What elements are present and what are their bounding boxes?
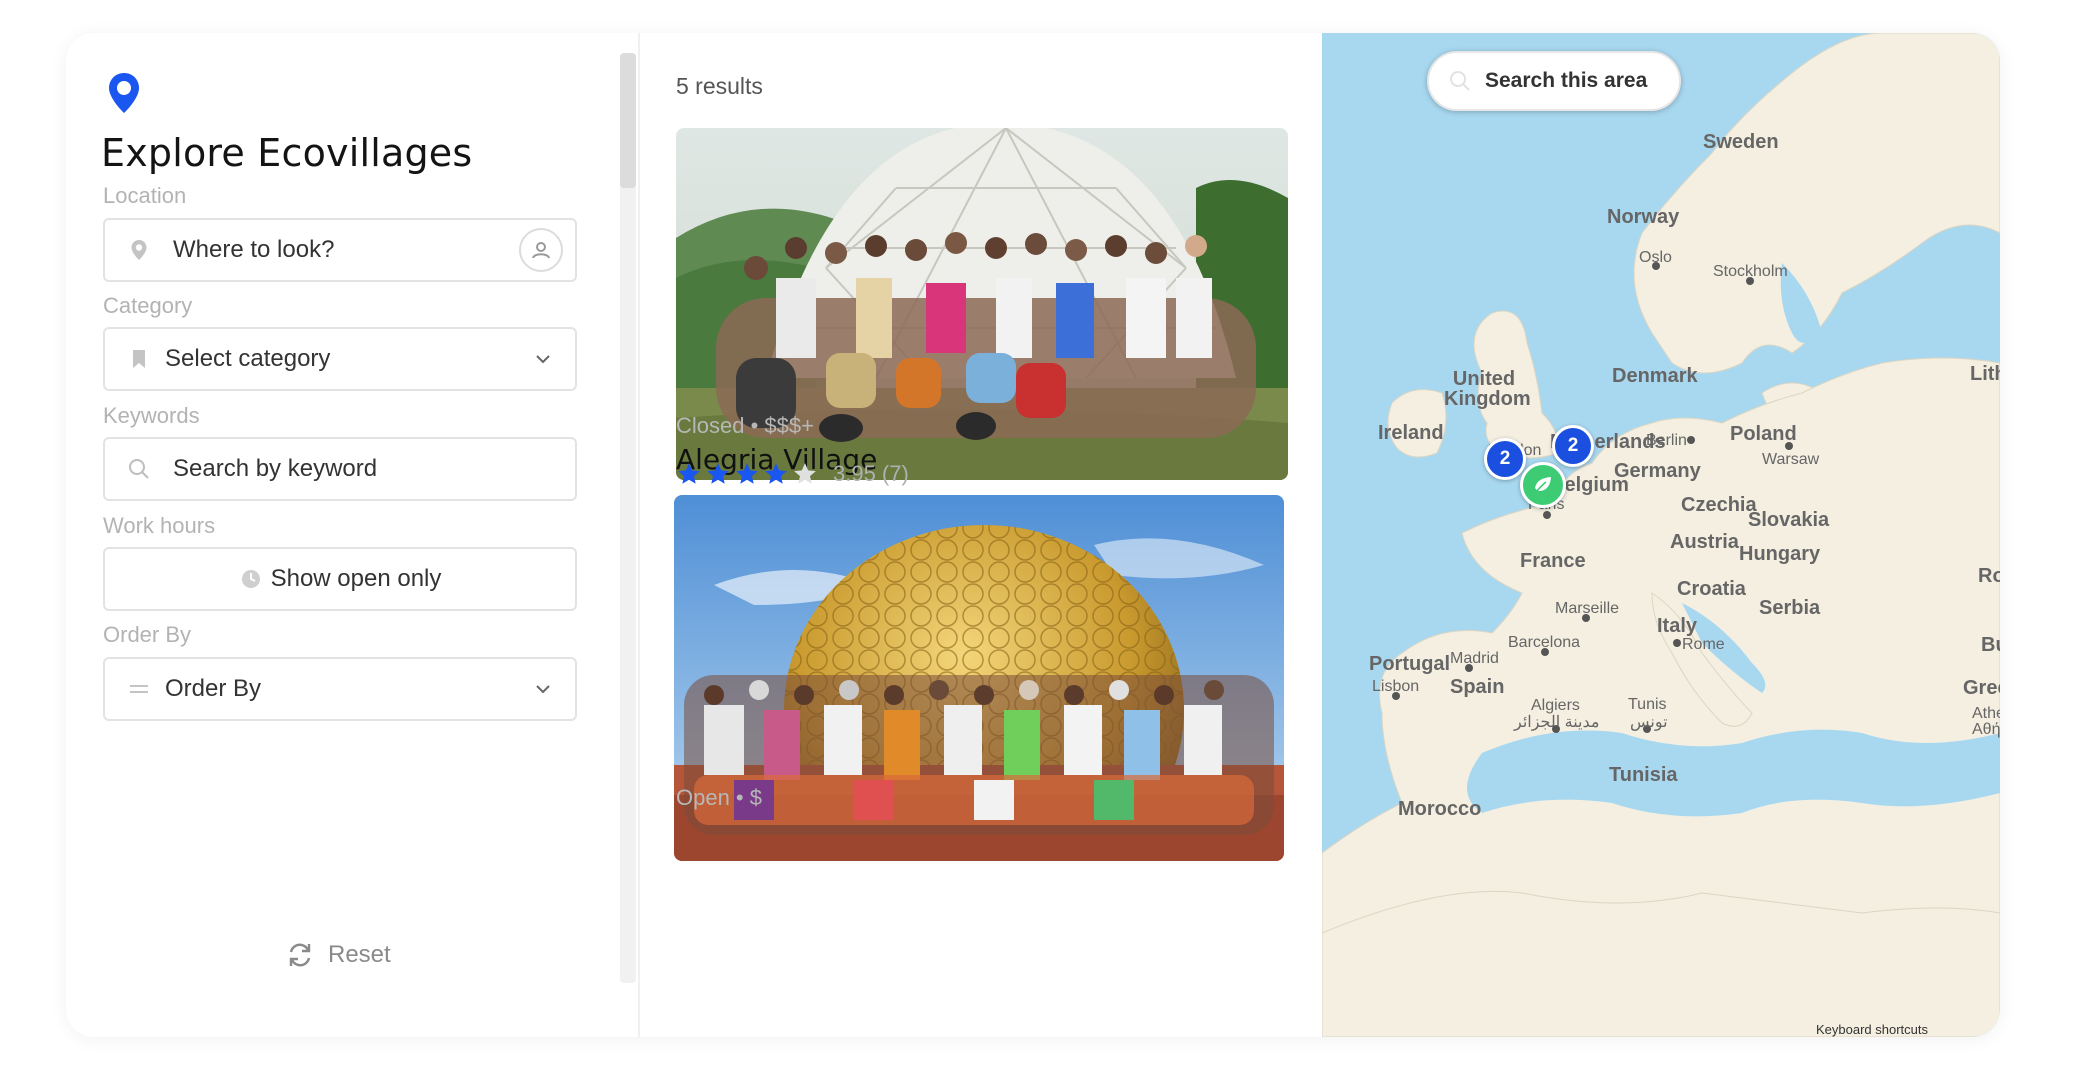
person-location-icon (532, 242, 550, 259)
star-filled-icon (736, 463, 758, 484)
map-label: Norway (1607, 206, 1680, 228)
chevron-down-icon (536, 355, 550, 364)
star-filled-icon (707, 463, 729, 484)
ecovillage-marker[interactable] (1520, 462, 1566, 508)
map-label: Tunisia (1609, 764, 1678, 786)
map-label: Austria (1670, 531, 1739, 553)
search-icon (1450, 71, 1470, 91)
search-icon (127, 457, 151, 481)
rating-text: 3.95 (7) (833, 461, 909, 486)
map-label: France (1520, 550, 1586, 572)
group-of-people (684, 675, 1274, 835)
sidebar-scrollbar-thumb[interactable] (620, 53, 636, 188)
result-status: Closed • $$$+ (676, 413, 814, 438)
map-label: Serbia (1759, 597, 1821, 619)
map-label: Barcelona (1508, 634, 1581, 651)
show-open-only-toggle[interactable]: Show open only (103, 547, 577, 611)
sidebar-scrollbar[interactable] (620, 53, 636, 983)
map-label: Poland (1730, 423, 1797, 445)
map-label: Rome (1682, 636, 1725, 653)
order-by-label: Order By (103, 622, 192, 647)
keyword-search-input[interactable]: Search by keyword (103, 437, 577, 501)
keywords-label: Keywords (103, 403, 200, 428)
map-label: Lisbon (1372, 678, 1420, 695)
keyword-placeholder: Search by keyword (173, 455, 378, 482)
results-count: 5 results (676, 73, 763, 99)
map-label: تونس (1630, 714, 1668, 731)
map-label: Portugal (1369, 653, 1451, 675)
map-label: Greec (1963, 677, 2000, 699)
category-select[interactable]: Select category (103, 327, 577, 391)
search-this-area-button[interactable]: Search this area (1427, 51, 1681, 111)
map-label: Αθή (1972, 721, 2000, 738)
filter-sidebar: Explore Ecovillages Location Where to lo… (66, 33, 626, 1037)
clock-icon (239, 567, 263, 591)
chevron-down-icon (536, 685, 550, 694)
result-status: Open • $ (676, 785, 762, 810)
map-label: Oslo (1639, 249, 1672, 266)
map-label: Sweden (1703, 131, 1779, 153)
search-this-area-label: Search this area (1485, 69, 1648, 92)
reset-button[interactable]: Reset (286, 941, 391, 969)
category-label: Category (103, 293, 193, 318)
map-label: United Kingdom (1444, 368, 1531, 410)
map-pin-icon (127, 238, 151, 262)
results-list: 5 results Closed • $$$+ Alegria Village … (640, 33, 1340, 1037)
sort-lines-icon (127, 677, 151, 701)
app-window: Explore Ecovillages Location Where to lo… (66, 33, 2000, 1037)
order-by-value: Order By (165, 675, 262, 702)
map-cluster-marker[interactable]: 2 (1484, 438, 1526, 480)
map-label: Denmark (1612, 365, 1698, 387)
map-label: Morocco (1398, 798, 1482, 820)
location-label: Location (103, 183, 187, 208)
work-hours-label: Work hours (103, 513, 216, 538)
star-filled-icon (678, 463, 700, 484)
map-label: Spain (1450, 676, 1505, 698)
map-label: Stockholm (1713, 263, 1788, 280)
reset-label: Reset (328, 941, 391, 968)
map-label: Madrid (1450, 650, 1499, 667)
keyboard-shortcuts-link[interactable]: Keyboard shortcuts (1816, 1022, 1928, 1037)
location-input[interactable]: Where to look? (103, 218, 577, 282)
show-open-only-label: Show open only (270, 565, 442, 592)
map-label: مدينة الجزائر (1514, 714, 1600, 731)
location-pin-icon (109, 73, 139, 113)
result-rating: 3.95 (7) (676, 461, 909, 487)
map-label: Hungary (1739, 543, 1821, 565)
map-label: Warsaw (1762, 451, 1820, 468)
map-label: Bu (1981, 634, 2000, 656)
map-label: Italy (1657, 615, 1698, 637)
europe-map[interactable] (1322, 33, 2000, 1037)
refresh-icon (289, 943, 311, 967)
map-view[interactable]: Search this area Sweden Norway Oslo Stoc… (1322, 33, 2000, 1037)
bookmark-icon (127, 347, 151, 371)
map-label: Marseille (1555, 600, 1620, 617)
leaf-icon (1535, 477, 1551, 493)
map-label: Czechia (1681, 494, 1757, 516)
map-label: Ro (1978, 565, 2000, 587)
order-by-select[interactable]: Order By (103, 657, 577, 721)
location-placeholder: Where to look? (173, 236, 335, 263)
map-cluster-marker[interactable]: 2 (1552, 425, 1594, 467)
map-label: Slovakia (1748, 509, 1830, 531)
map-label: Croatia (1677, 578, 1746, 600)
map-label: Ireland (1378, 422, 1444, 444)
result-photo-second[interactable] (674, 495, 1284, 861)
category-value: Select category (165, 345, 331, 372)
star-filled-icon (765, 463, 787, 484)
map-label: Lithu (1970, 363, 2000, 385)
map-label: Berlin (1646, 432, 1687, 449)
star-empty-icon (794, 463, 816, 484)
page-title: Explore Ecovillages (101, 131, 473, 175)
locate-me-button[interactable] (519, 228, 563, 272)
